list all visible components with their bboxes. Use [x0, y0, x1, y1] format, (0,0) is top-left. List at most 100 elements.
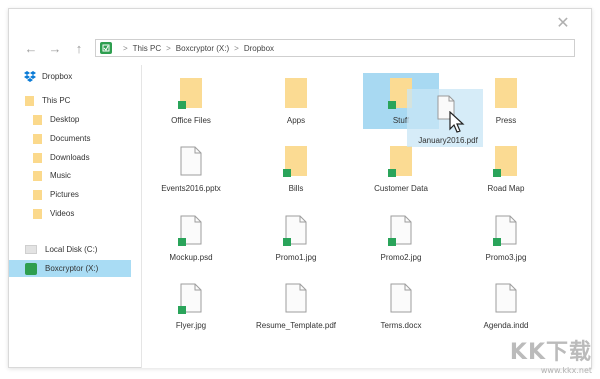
- dropbox-icon: [24, 71, 36, 82]
- encrypted-badge-icon: [388, 101, 396, 109]
- sidebar-item-label: Desktop: [50, 115, 80, 124]
- sidebar-item-label: Documents: [50, 134, 91, 143]
- mouse-cursor-icon: [449, 111, 465, 133]
- back-arrow-icon[interactable]: ←: [23, 41, 39, 57]
- sidebar-item-desktop[interactable]: Desktop: [9, 111, 131, 128]
- item-label: Mockup.psd: [169, 253, 213, 262]
- item-label: Promo3.jpg: [485, 253, 527, 262]
- document-icon: [493, 215, 517, 246]
- encrypted-badge-icon: [388, 238, 396, 246]
- file-item[interactable]: Mockup.psd: [141, 215, 241, 277]
- item-label: Resume_Template.pdf: [255, 321, 337, 330]
- sidebar-item-downloads[interactable]: Downloads: [9, 149, 131, 166]
- document-icon: [388, 215, 412, 246]
- sidebar-item-label: Pictures: [50, 190, 79, 199]
- encrypted-badge-icon: [493, 238, 501, 246]
- sidebar-item-label: Music: [50, 171, 71, 180]
- folder-icon: [178, 78, 202, 109]
- sidebar-item-label: Videos: [50, 209, 75, 218]
- chevron-right-icon: >: [123, 43, 128, 53]
- item-label: Office Files: [171, 116, 211, 125]
- folder-item[interactable]: Bills: [246, 146, 346, 208]
- item-label: Agenda.indd: [483, 321, 529, 330]
- sidebar-item-label: Local Disk (C:): [45, 245, 98, 254]
- item-label: Apps: [286, 116, 306, 125]
- encrypted-badge-icon: [178, 306, 186, 314]
- folder-icon: [33, 133, 42, 144]
- document-icon: [178, 215, 202, 246]
- watermark-url: www.kkx.net: [540, 366, 592, 375]
- forward-arrow-icon[interactable]: →: [47, 41, 63, 57]
- folder-icon: [285, 78, 307, 108]
- folder-icon: [33, 114, 42, 125]
- file-item[interactable]: Promo3.jpg: [456, 215, 556, 277]
- folder-icon: [388, 146, 412, 177]
- drive-icon: [25, 245, 37, 254]
- sidebar-item-label: Downloads: [50, 153, 90, 162]
- document-icon: [390, 283, 412, 313]
- folder-item[interactable]: Road Map: [456, 146, 556, 208]
- watermark: KK下载 www.kkx.net: [510, 334, 592, 375]
- item-label: Events2016.pptx: [161, 184, 221, 193]
- document-icon: [285, 283, 307, 313]
- encrypted-badge-icon: [178, 238, 186, 246]
- folder-icon: [495, 78, 517, 108]
- item-label: Bills: [288, 184, 304, 193]
- boxcryptor-logo-icon: [100, 42, 112, 54]
- document-icon: [180, 146, 202, 176]
- item-label: Terms.docx: [380, 321, 422, 330]
- item-label: Promo1.jpg: [275, 253, 317, 262]
- file-item[interactable]: Promo2.jpg: [351, 215, 451, 277]
- breadcrumb-boxcryptor[interactable]: Boxcryptor (X:): [176, 44, 229, 53]
- document-icon: [495, 283, 517, 313]
- up-arrow-icon[interactable]: ↑: [71, 41, 87, 57]
- folder-icon: [493, 146, 517, 177]
- sidebar-item-this-pc[interactable]: This PC: [9, 92, 131, 109]
- encrypted-badge-icon: [283, 238, 291, 246]
- folder-icon: [33, 170, 42, 181]
- encrypted-badge-icon: [493, 169, 501, 177]
- sidebar-item-boxcryptor[interactable]: Boxcryptor (X:): [9, 260, 131, 277]
- sidebar-item-music[interactable]: Music: [9, 167, 131, 184]
- folder-item[interactable]: Customer Data: [351, 146, 451, 208]
- navigation-pane: Dropbox This PC Desktop Documents Downlo…: [9, 65, 137, 365]
- file-item[interactable]: Promo1.jpg: [246, 215, 346, 277]
- chevron-right-icon: >: [166, 43, 171, 53]
- folder-icon: [33, 189, 42, 200]
- encrypted-badge-icon: [283, 169, 291, 177]
- address-bar[interactable]: > This PC > Boxcryptor (X:) > Dropbox: [95, 39, 575, 57]
- folder-icon: [283, 146, 307, 177]
- file-item[interactable]: Events2016.pptx: [141, 146, 241, 208]
- navigation-bar: ← → ↑ > This PC > Boxcryptor (X:) > Drop…: [9, 37, 591, 61]
- item-label: Flyer.jpg: [175, 321, 207, 330]
- boxcryptor-icon: [25, 262, 37, 275]
- drag-item-label: January2016.pdf: [418, 136, 478, 145]
- folder-icon: [25, 95, 34, 106]
- document-icon: [283, 215, 307, 246]
- folder-item[interactable]: Apps: [246, 78, 346, 140]
- chevron-right-icon: >: [234, 43, 239, 53]
- sidebar-item-videos[interactable]: Videos: [9, 205, 131, 222]
- folder-item[interactable]: Office Files: [141, 78, 241, 140]
- document-icon: [178, 283, 202, 314]
- sidebar-item-documents[interactable]: Documents: [9, 130, 131, 147]
- breadcrumb-dropbox[interactable]: Dropbox: [244, 44, 274, 53]
- folder-icon: [33, 208, 42, 219]
- item-label: Road Map: [487, 184, 525, 193]
- sidebar-item-pictures[interactable]: Pictures: [9, 186, 131, 203]
- item-label: Promo2.jpg: [380, 253, 422, 262]
- watermark-text: KK下载: [509, 340, 592, 365]
- sidebar-item-dropbox[interactable]: Dropbox: [9, 68, 131, 85]
- file-item[interactable]: Resume_Template.pdf: [246, 283, 346, 345]
- sidebar-item-label: This PC: [42, 96, 71, 105]
- item-label: Customer Data: [374, 184, 428, 193]
- file-item[interactable]: Flyer.jpg: [141, 283, 241, 345]
- close-icon[interactable]: ✕: [555, 16, 571, 32]
- breadcrumb-this-pc[interactable]: This PC: [133, 44, 161, 53]
- sidebar-item-label: Dropbox: [42, 72, 73, 81]
- encrypted-badge-icon: [388, 169, 396, 177]
- sidebar-item-local-disk[interactable]: Local Disk (C:): [9, 241, 131, 258]
- folder-icon: [33, 152, 42, 163]
- file-item[interactable]: Terms.docx: [351, 283, 451, 345]
- encrypted-badge-icon: [178, 101, 186, 109]
